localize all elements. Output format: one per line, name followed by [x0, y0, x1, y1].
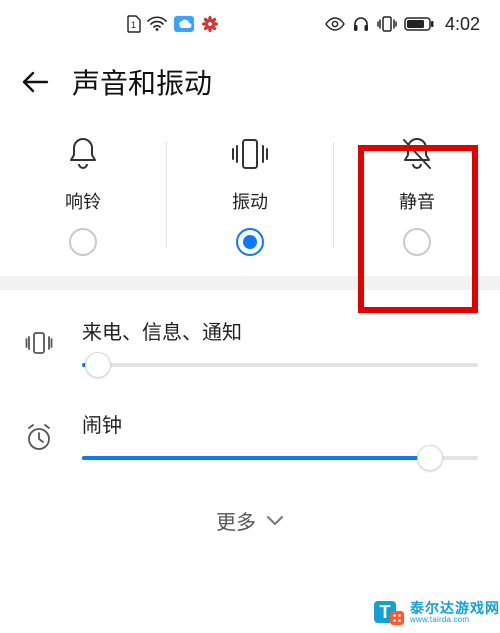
wifi-icon — [147, 16, 167, 32]
battery-icon — [404, 16, 434, 32]
cloud-icon — [173, 15, 195, 33]
huawei-icon — [201, 15, 219, 33]
watermark: T 泰尔达游戏网 www.tairda.com — [370, 595, 500, 631]
page-title: 声音和振动 — [72, 62, 212, 102]
bell-off-icon — [400, 134, 434, 174]
section-divider — [0, 276, 500, 290]
watermark-logo-icon: T — [370, 595, 406, 631]
volume-sliders: 来电、信息、通知 闹钟 更多 — [0, 290, 500, 535]
slider-alarm[interactable] — [82, 456, 478, 460]
sim-icon: 1 — [126, 15, 141, 33]
back-button[interactable] — [20, 67, 50, 97]
eye-icon — [325, 17, 345, 31]
status-bar: 1 4:02 — [0, 0, 500, 48]
arrow-left-icon — [21, 70, 49, 94]
mode-ring-label: 响铃 — [65, 188, 101, 214]
watermark-text: 泰尔达游戏网 www.tairda.com — [410, 601, 500, 624]
mode-silent-radio[interactable] — [403, 228, 431, 256]
bell-icon — [67, 134, 99, 174]
mode-vibrate[interactable]: 振动 — [167, 134, 333, 256]
more-button[interactable]: 更多 — [22, 502, 478, 535]
svg-text:1: 1 — [131, 20, 136, 30]
alarm-clock-icon — [22, 409, 56, 453]
slider-alarm-label: 闹钟 — [82, 409, 478, 438]
slider-notifications-thumb[interactable] — [85, 352, 111, 378]
watermark-line2: www.tairda.com — [410, 616, 500, 624]
mode-silent[interactable]: 静音 — [334, 134, 500, 256]
status-left-icons: 1 — [20, 15, 325, 33]
status-right-icons: 4:02 — [325, 14, 480, 35]
mode-vibrate-radio[interactable] — [236, 228, 264, 256]
slider-alarm-thumb[interactable] — [417, 445, 443, 471]
mode-ring-radio[interactable] — [69, 228, 97, 256]
headphones-icon — [352, 15, 370, 33]
watermark-line1: 泰尔达游戏网 — [410, 601, 500, 616]
slider-notifications-label: 来电、信息、通知 — [82, 316, 478, 345]
mode-vibrate-label: 振动 — [232, 188, 268, 214]
more-label: 更多 — [216, 506, 256, 535]
clock-text: 4:02 — [445, 14, 480, 35]
vibrate-icon — [228, 134, 272, 174]
slider-alarm-row: 闹钟 — [22, 409, 478, 460]
page-header: 声音和振动 — [0, 48, 500, 130]
sound-mode-panel: 响铃 振动 静音 — [0, 130, 500, 276]
chevron-down-icon — [266, 515, 284, 527]
svg-text:T: T — [380, 602, 391, 622]
mode-ring[interactable]: 响铃 — [0, 134, 166, 256]
mode-silent-label: 静音 — [399, 188, 435, 214]
slider-notifications[interactable] — [82, 363, 478, 367]
vibrate-small-icon — [22, 316, 56, 356]
slider-notifications-row: 来电、信息、通知 — [22, 316, 478, 367]
vibrate-status-icon — [377, 15, 397, 33]
